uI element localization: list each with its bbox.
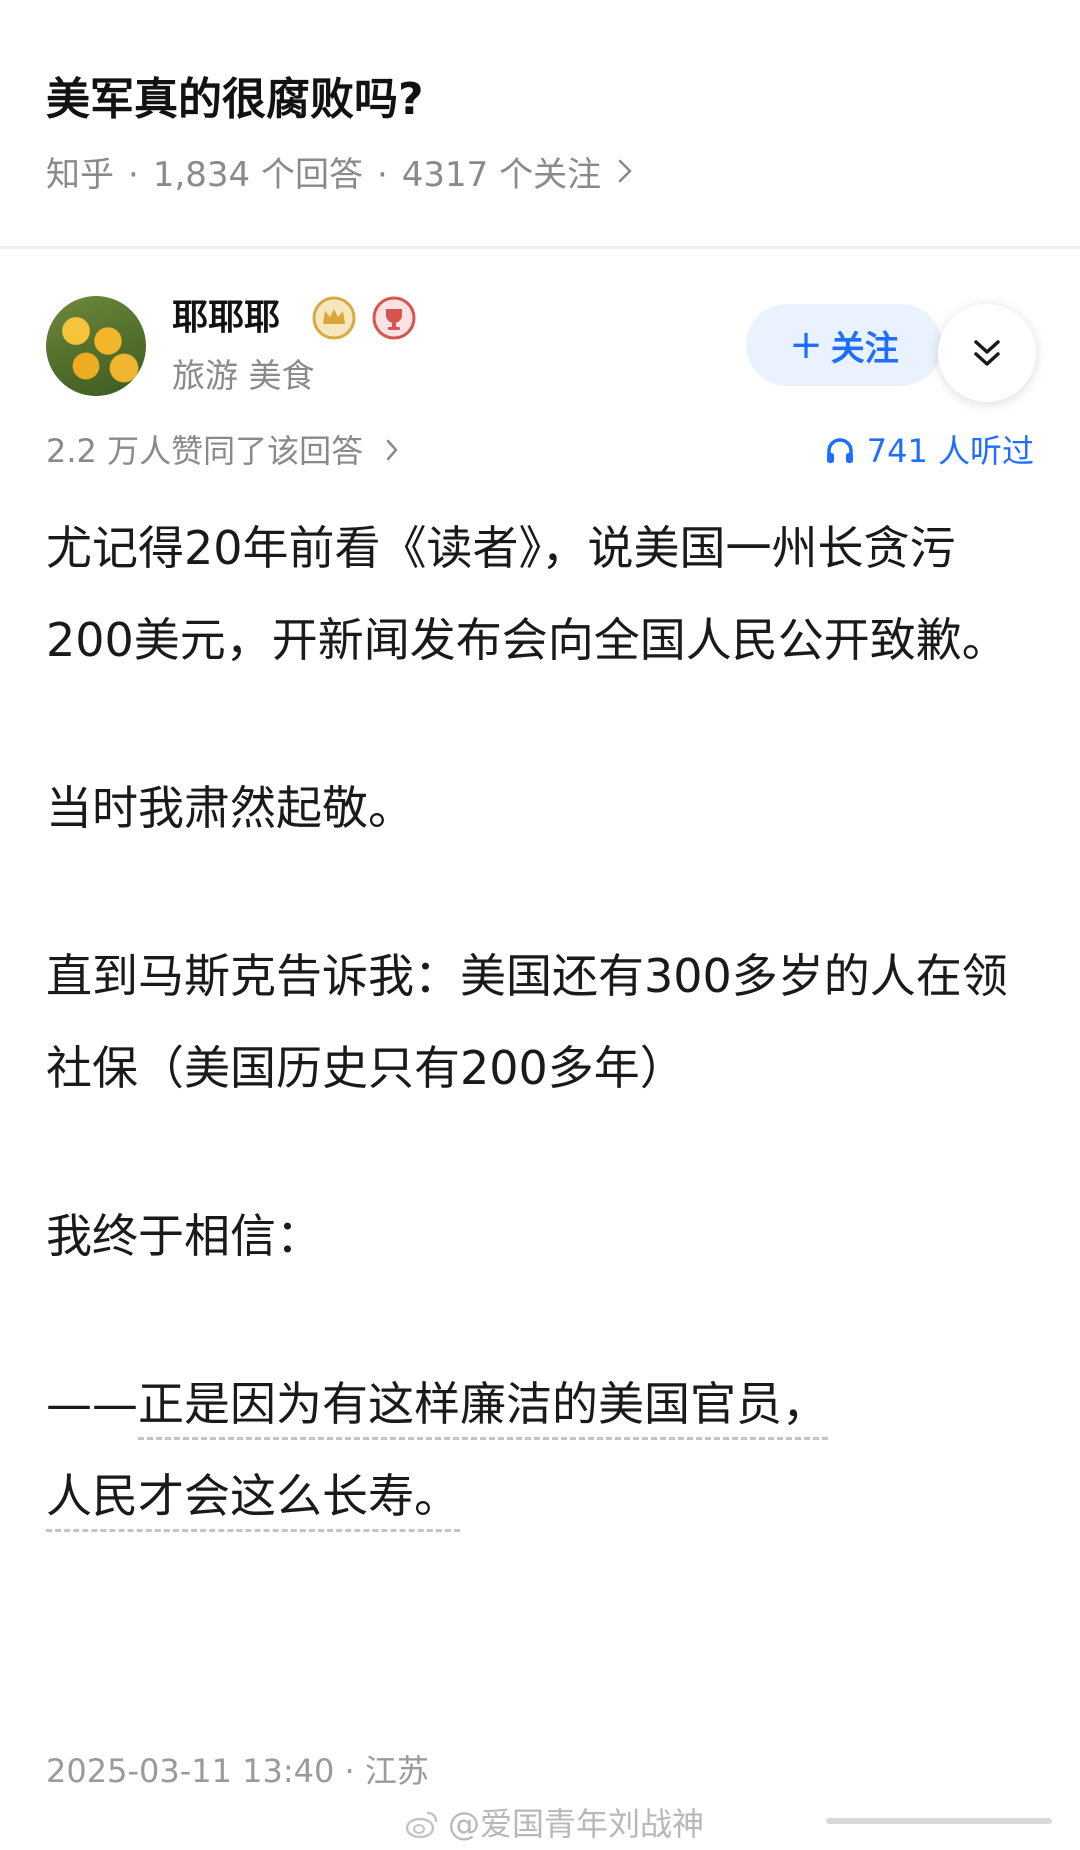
dash-prefix: —— [46,1377,138,1431]
author-name[interactable]: 耶耶耶 [172,292,280,344]
question-meta[interactable]: 知乎 · 1,834 个回答 · 4317 个关注 [46,150,633,200]
post-timestamp: 2025-03-11 13:40 · 江苏 [46,1752,429,1790]
author-tags: 旅游 美食 [172,356,315,395]
question-source: 知乎 [46,155,114,195]
answer-paragraph: 我终于相信： [46,1209,322,1263]
question-title[interactable]: 美军真的很腐败吗? [46,64,424,136]
answer-count: 1,834 个回答 [152,155,363,195]
crown-badge-icon [312,296,356,340]
answer-paragraph: 当时我肃然起敬。 [46,781,414,835]
answer-paragraph: 尤记得20年前看《读者》，说美国一州长贪污200美元，开新闻发布会向全国人民公开… [46,521,1008,667]
follow-label: 关注 [830,328,899,369]
underlined-text[interactable]: 正是因为有这样廉洁的美国官员， [138,1377,828,1440]
chevron-right-icon [617,150,633,200]
section-divider [0,246,1080,249]
follower-count: 4317 个关注 [401,155,602,195]
headphones-icon [826,438,853,463]
answer-paragraph: 直到马斯克告诉我：美国还有300多岁的人在领社保（美国历史只有200多年） [46,949,1008,1095]
meta-separator: · [128,155,139,195]
watermark-text: @爱国青年刘战神 [448,1805,705,1843]
listen-count[interactable]: 741 人听过 [825,426,1034,476]
trophy-badge-icon [372,296,416,340]
home-indicator [826,1818,1052,1824]
underlined-text[interactable]: 人民才会这么长寿。 [46,1469,460,1532]
answer-page: 美军真的很腐败吗? 知乎 · 1,834 个回答 · 4317 个关注 耶耶耶 … [0,0,1080,1850]
answer-body: 尤记得20年前看《读者》，说美国一州长贪污200美元，开新闻发布会向全国人民公开… [46,502,1036,1542]
weibo-icon [405,1811,438,1839]
listen-text: 741 人听过 [866,432,1034,470]
upvote-text: 2.2 万人赞同了该回答 [46,432,364,470]
chevron-right-icon [385,432,399,470]
watermark: @爱国青年刘战神 [404,1800,704,1848]
meta-separator: · [376,155,388,195]
answer-paragraph-highlight: ——正是因为有这样廉洁的美国官员， 人民才会这么长寿。 [46,1358,1036,1542]
expand-button[interactable] [938,304,1036,402]
avatar[interactable] [46,296,146,396]
double-chevron-down-icon [974,340,1000,366]
follow-button[interactable]: + 关注 [746,304,942,386]
plus-icon: + [789,322,823,368]
upvote-summary[interactable]: 2.2 万人赞同了该回答 [46,426,399,476]
